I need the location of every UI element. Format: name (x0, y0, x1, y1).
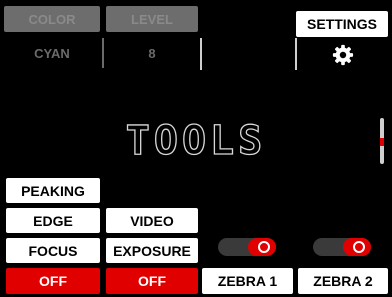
zebra1-toggle[interactable] (218, 238, 276, 256)
scrollbar-thumb[interactable] (380, 138, 384, 146)
edge-button[interactable]: EDGE (6, 208, 100, 233)
color-header: COLOR (4, 6, 100, 32)
page-title: TOOLS (125, 117, 267, 164)
level-value[interactable]: 8 (106, 38, 198, 68)
divider (295, 38, 297, 70)
scrollbar[interactable] (380, 118, 384, 164)
focus-button[interactable]: FOCUS (6, 238, 100, 263)
gear-icon[interactable] (331, 43, 355, 67)
toggle-knob (248, 238, 276, 256)
focus-off-button[interactable]: OFF (6, 268, 100, 294)
exposure-off-button[interactable]: OFF (106, 268, 198, 294)
zebra2-button[interactable]: ZEBRA 2 (298, 268, 388, 294)
peaking-button[interactable]: PEAKING (6, 178, 100, 203)
color-value[interactable]: CYAN (4, 38, 100, 68)
zebra2-toggle[interactable] (313, 238, 371, 256)
toggle-knob (343, 238, 371, 256)
divider (102, 38, 104, 68)
divider (200, 38, 202, 70)
settings-button[interactable]: SETTINGS (296, 11, 388, 37)
level-header: LEVEL (106, 6, 198, 32)
zebra1-button[interactable]: ZEBRA 1 (202, 268, 293, 294)
video-button[interactable]: VIDEO (106, 208, 198, 233)
exposure-button[interactable]: EXPOSURE (106, 238, 198, 263)
